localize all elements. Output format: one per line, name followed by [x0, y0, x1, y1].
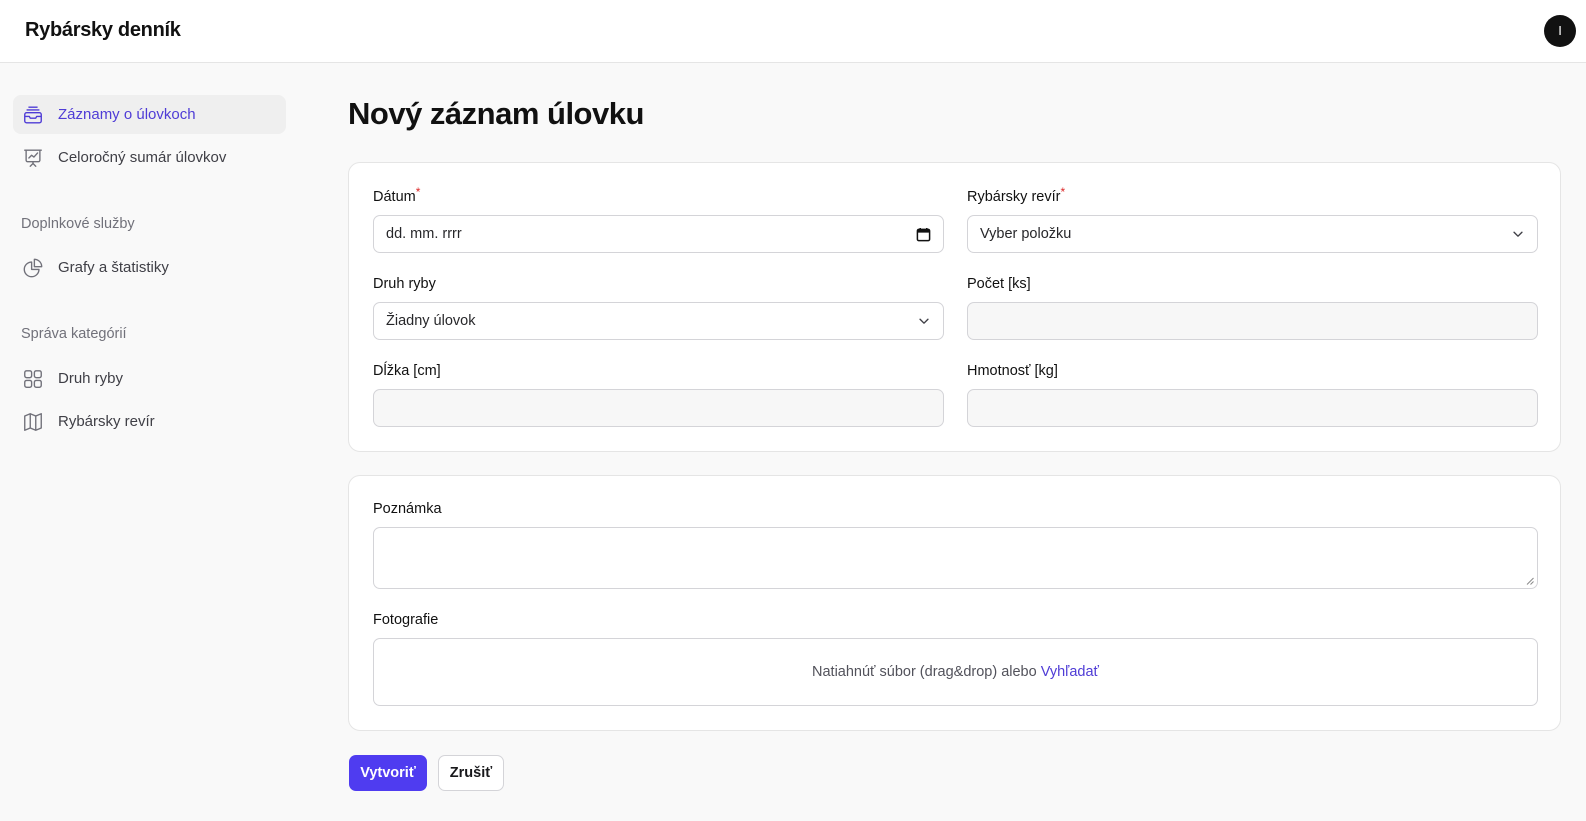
hmotnost-input[interactable]	[967, 389, 1538, 427]
hmotnost-label: Hmotnosť [kg]	[967, 363, 1058, 379]
druh-label: Druh ryby	[373, 276, 436, 292]
chevron-down-icon	[917, 314, 931, 328]
pocet-input[interactable]	[967, 302, 1538, 340]
dropzone-text: Natiahnúť súbor (drag&drop) alebo	[812, 664, 1037, 680]
browse-link[interactable]: Vyhľadať	[1041, 664, 1099, 680]
sidebar-group-doplnkove: Doplnkové služby	[21, 216, 135, 232]
revir-select[interactable]: Vyber položku	[967, 215, 1538, 253]
sidebar-group-sprava: Správa kategórií	[21, 326, 127, 342]
photo-dropzone[interactable]: Natiahnúť súbor (drag&drop) alebo Vyhľad…	[373, 638, 1538, 706]
pie-chart-icon	[22, 257, 44, 279]
sidebar-item-label: Záznamy o úlovkoch	[58, 106, 196, 123]
app-title: Rybársky denník	[25, 19, 181, 41]
sidebar-item-sumar[interactable]: Celoročný sumár úlovkov	[13, 138, 286, 177]
inbox-stack-icon	[22, 104, 44, 126]
pocet-label: Počet [ks]	[967, 276, 1031, 292]
sidebar-item-revir[interactable]: Rybársky revír	[13, 402, 286, 441]
revir-select-value: Vyber položku	[980, 226, 1072, 242]
sidebar: Záznamy o úlovkoch Celoročný sumár úlovk…	[0, 63, 300, 821]
druh-select[interactable]: Žiadny úlovok	[373, 302, 944, 340]
revir-label: Rybársky revír*	[967, 185, 1066, 205]
presentation-chart-icon	[22, 147, 44, 169]
date-label: Dátum*	[373, 185, 421, 205]
sidebar-item-druh-ryby[interactable]: Druh ryby	[13, 359, 286, 398]
create-button[interactable]: Vytvoriť	[349, 755, 427, 791]
dlzka-input[interactable]	[373, 389, 944, 427]
poznamka-textarea[interactable]	[373, 527, 1538, 589]
sidebar-item-zaznamy[interactable]: Záznamy o úlovkoch	[13, 95, 286, 134]
notes-card: Poznámka Fotografie Natiahnúť súbor (dra…	[348, 475, 1561, 731]
required-mark: *	[415, 185, 421, 199]
sidebar-item-label: Grafy a štatistiky	[58, 259, 169, 276]
resize-handle-icon[interactable]	[1526, 577, 1534, 585]
sidebar-item-label: Druh ryby	[58, 370, 124, 387]
catch-details-card: Dátum* dd. mm. rrrr Rybársky revír* Vybe…	[348, 162, 1561, 452]
poznamka-label: Poznámka	[373, 501, 442, 517]
cancel-button[interactable]: Zrušiť	[438, 755, 504, 791]
map-icon	[22, 411, 44, 433]
sidebar-item-label: Rybársky revír	[58, 413, 155, 430]
page-title: Nový záznam úlovku	[348, 96, 644, 131]
date-input[interactable]: dd. mm. rrrr	[373, 215, 944, 253]
dlzka-label: Dĺžka [cm]	[373, 363, 441, 379]
foto-label: Fotografie	[373, 612, 439, 628]
required-mark: *	[1060, 185, 1066, 199]
sidebar-item-grafy[interactable]: Grafy a štatistiky	[13, 248, 286, 287]
sidebar-item-label: Celoročný sumár úlovkov	[58, 149, 227, 166]
top-bar: Rybársky denník I	[0, 0, 1586, 63]
calendar-icon[interactable]	[916, 227, 931, 242]
chevron-down-icon	[1511, 227, 1525, 241]
user-avatar[interactable]: I	[1544, 15, 1576, 47]
druh-select-value: Žiadny úlovok	[386, 313, 476, 329]
grid-icon	[22, 368, 44, 390]
date-placeholder: dd. mm. rrrr	[386, 226, 462, 242]
